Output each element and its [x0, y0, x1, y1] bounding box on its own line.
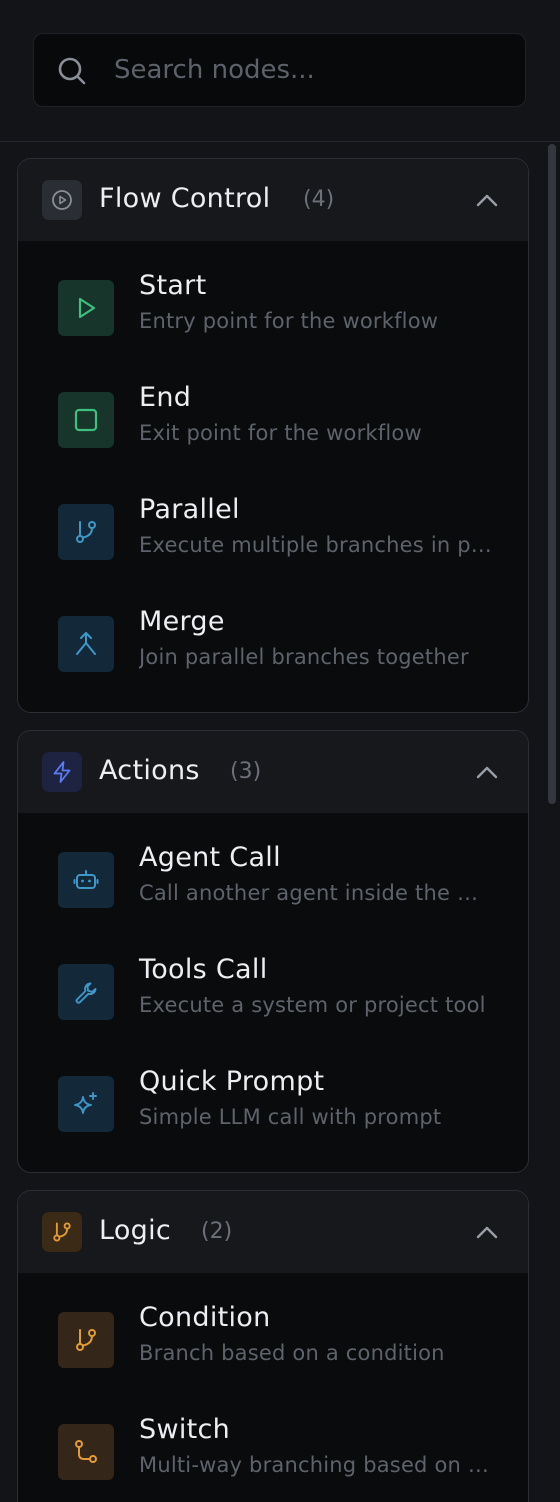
- search-input[interactable]: [114, 34, 514, 106]
- group-count: (4): [303, 187, 335, 212]
- node-item-end[interactable]: End Exit point for the workflow: [18, 364, 528, 476]
- node-description: Simple LLM call with prompt: [139, 1105, 442, 1129]
- switch-icon: [58, 1424, 114, 1480]
- node-name: End: [139, 382, 192, 413]
- node-item-start[interactable]: Start Entry point for the workflow: [18, 252, 528, 364]
- node-item-condition[interactable]: Condition Branch based on a condition: [18, 1284, 528, 1396]
- search-bar: [0, 0, 560, 142]
- chevron-up-icon[interactable]: [474, 189, 500, 211]
- node-name: Start: [139, 270, 207, 301]
- node-name: Agent Call: [139, 842, 281, 873]
- play-circle-icon: [42, 180, 82, 220]
- group-header-flow-control[interactable]: Flow Control (4): [18, 159, 528, 241]
- group-flow-control: Flow Control (4) Start Entry point for t…: [17, 158, 529, 713]
- search-icon: [58, 57, 86, 85]
- wrench-icon: [58, 964, 114, 1020]
- group-title: Actions: [99, 755, 200, 786]
- group-actions: Actions (3) Agent Call Call another agen…: [17, 730, 529, 1173]
- node-name: Merge: [139, 606, 225, 637]
- node-name: Condition: [139, 1302, 271, 1333]
- node-description: Execute multiple branches in parallel: [139, 533, 494, 557]
- bot-icon: [58, 852, 114, 908]
- node-description: Join parallel branches together: [139, 645, 469, 669]
- node-item-agent-call[interactable]: Agent Call Call another agent inside the…: [18, 824, 528, 936]
- chevron-up-icon[interactable]: [474, 1221, 500, 1243]
- node-name: Quick Prompt: [139, 1066, 325, 1097]
- node-item-quick-prompt[interactable]: Quick Prompt Simple LLM call with prompt: [18, 1048, 528, 1160]
- node-item-parallel[interactable]: Parallel Execute multiple branches in pa…: [18, 476, 528, 588]
- node-item-merge[interactable]: Merge Join parallel branches together: [18, 588, 528, 700]
- chevron-up-icon[interactable]: [474, 761, 500, 783]
- sparkles-icon: [58, 1076, 114, 1132]
- group-header-logic[interactable]: Logic (2): [18, 1191, 528, 1273]
- node-description: Multi-way branching based on value: [139, 1453, 494, 1477]
- group-header-actions[interactable]: Actions (3): [18, 731, 528, 813]
- group-count: (2): [201, 1219, 233, 1244]
- node-description: Call another agent inside the workflow: [139, 881, 494, 905]
- node-name: Switch: [139, 1414, 231, 1445]
- git-branch-icon: [42, 1212, 82, 1252]
- node-item-switch[interactable]: Switch Multi-way branching based on valu…: [18, 1396, 528, 1502]
- merge-icon: [58, 616, 114, 672]
- scrollbar[interactable]: [546, 142, 560, 1502]
- node-description: Branch based on a condition: [139, 1341, 445, 1365]
- scrollbar-thumb[interactable]: [548, 144, 556, 804]
- node-description: Execute a system or project tool: [139, 993, 486, 1017]
- group-count: (3): [230, 759, 262, 784]
- git-branch-icon: [58, 504, 114, 560]
- node-name: Parallel: [139, 494, 240, 525]
- git-branch-icon: [58, 1312, 114, 1368]
- play-icon: [58, 280, 114, 336]
- group-title: Logic: [99, 1215, 172, 1246]
- lightning-icon: [42, 752, 82, 792]
- group-title: Flow Control: [99, 183, 271, 214]
- node-description: Entry point for the workflow: [139, 309, 439, 333]
- search-box[interactable]: [33, 33, 526, 107]
- node-name: Tools Call: [139, 954, 268, 985]
- group-logic: Logic (2) Condition Branch based on a co…: [17, 1190, 529, 1502]
- square-icon: [58, 392, 114, 448]
- node-item-tools-call[interactable]: Tools Call Execute a system or project t…: [18, 936, 528, 1048]
- node-description: Exit point for the workflow: [139, 421, 422, 445]
